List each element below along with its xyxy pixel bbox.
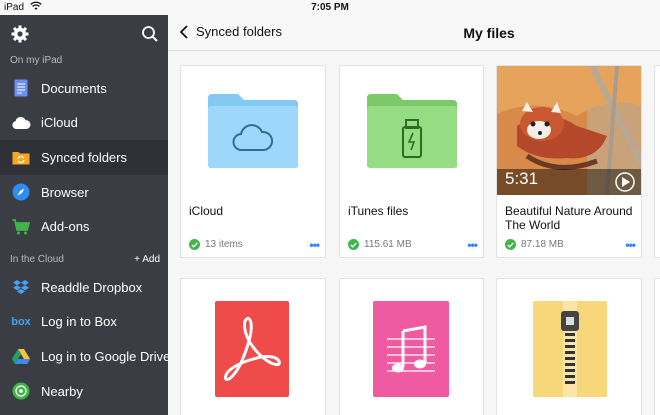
check-icon xyxy=(348,239,359,250)
file-name: iTunes files xyxy=(348,204,409,218)
nearby-icon xyxy=(11,381,31,401)
section-in-the-cloud: In the Cloud + Add xyxy=(0,250,168,270)
synced-folders-icon xyxy=(11,147,31,167)
icloud-folder-icon xyxy=(181,66,325,195)
sidebar: On my iPad Documents iCloud Synced folde… xyxy=(0,15,168,415)
sidebar-item-label: Log in to Box xyxy=(41,314,117,330)
sidebar-item-icloud[interactable]: iCloud xyxy=(0,106,168,141)
icloud-icon xyxy=(11,113,31,133)
video-duration: 5:31 xyxy=(505,169,539,188)
sidebar-item-label: Documents xyxy=(41,80,107,96)
check-icon xyxy=(189,239,200,250)
compass-icon xyxy=(11,182,31,202)
section-on-my-ipad: On my iPad xyxy=(10,55,63,66)
page-title: My files xyxy=(463,25,515,41)
sidebar-item-label: Browser xyxy=(41,184,89,200)
music-icon xyxy=(373,301,449,402)
pdf-icon xyxy=(215,301,289,402)
clock: 7:05 PM xyxy=(311,2,349,13)
file-name: Beautiful Nature Around The World xyxy=(505,204,633,232)
gear-icon[interactable] xyxy=(10,24,30,44)
sidebar-item-nearby[interactable]: Nearby xyxy=(0,374,168,409)
sidebar-item-synced-folders[interactable]: Synced folders xyxy=(0,140,168,175)
add-cloud-button[interactable]: + Add xyxy=(134,250,160,270)
usb-folder-icon xyxy=(340,66,483,195)
file-tile-partial[interactable] xyxy=(654,278,660,415)
file-tile-itunes[interactable]: iTunes files 115.61 MB ••• xyxy=(339,65,484,258)
more-options-icon[interactable]: ••• xyxy=(625,238,636,252)
sidebar-item-label: Add-ons xyxy=(41,219,90,235)
file-meta: 115.61 MB xyxy=(348,239,412,250)
sidebar-item-label: iCloud xyxy=(41,115,78,131)
play-icon[interactable] xyxy=(615,172,635,192)
file-tile-partial[interactable] xyxy=(654,65,660,258)
more-options-icon[interactable]: ••• xyxy=(467,238,478,252)
sidebar-item-label: Log in to Google Drive xyxy=(41,348,168,364)
check-icon xyxy=(505,239,516,250)
file-name: iCloud xyxy=(189,204,224,218)
sidebar-item-label: Nearby xyxy=(41,383,83,399)
file-meta: 13 items xyxy=(189,239,243,250)
file-size: 115.61 MB xyxy=(364,239,412,250)
sidebar-item-browser[interactable]: Browser xyxy=(0,175,168,210)
documents-icon xyxy=(11,78,31,98)
navigation-bar: Synced folders My files xyxy=(168,15,660,51)
status-bar: iPad 7:05 PM xyxy=(0,0,660,15)
main-content: Synced folders My files iCloud 13 items … xyxy=(168,15,660,415)
sidebar-item-add-ons[interactable]: Add-ons xyxy=(0,209,168,244)
file-tile-pdf[interactable] xyxy=(180,278,326,415)
file-meta: 87.18 MB xyxy=(505,239,564,250)
google-drive-icon xyxy=(11,346,31,366)
sidebar-item-documents[interactable]: Documents xyxy=(0,71,168,106)
file-tile-video[interactable]: 5:31 Beautiful Nature Around The World 8… xyxy=(496,65,642,258)
file-tile-icloud[interactable]: iCloud 13 items ••• xyxy=(180,65,326,258)
sidebar-item-readdle-dropbox[interactable]: Readdle Dropbox xyxy=(0,270,168,305)
search-icon[interactable] xyxy=(140,24,160,44)
file-size: 87.18 MB xyxy=(521,239,564,250)
sidebar-item-google-drive[interactable]: Log in to Google Drive xyxy=(0,339,168,374)
file-size: 13 items xyxy=(205,239,243,250)
dropbox-icon xyxy=(11,277,31,297)
zip-archive-icon xyxy=(533,301,607,402)
sidebar-item-label: Readdle Dropbox xyxy=(41,279,143,295)
file-tile-zip[interactable] xyxy=(496,278,642,415)
video-thumbnail: 5:31 xyxy=(497,66,641,195)
more-options-icon[interactable]: ••• xyxy=(309,238,320,252)
file-tile-music[interactable] xyxy=(339,278,484,415)
sidebar-item-label: Synced folders xyxy=(41,149,127,165)
box-icon: box xyxy=(11,315,31,328)
sidebar-item-box[interactable]: box Log in to Box xyxy=(0,305,168,340)
section-label: In the Cloud xyxy=(10,253,64,265)
cart-icon xyxy=(11,217,31,237)
